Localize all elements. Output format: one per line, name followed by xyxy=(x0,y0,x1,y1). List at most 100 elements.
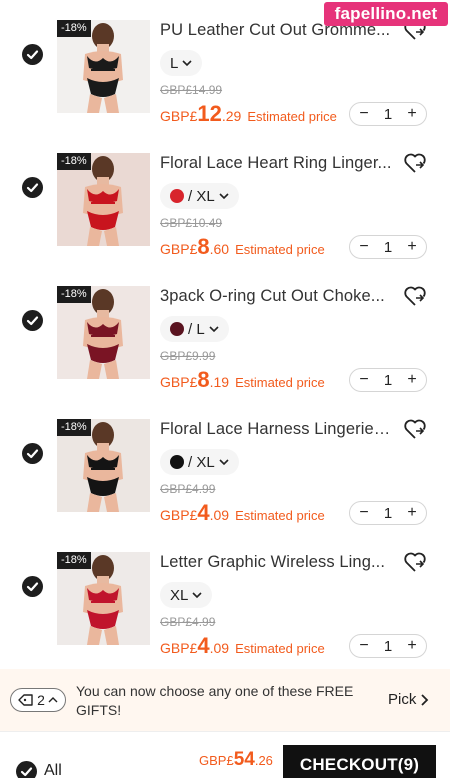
price-fraction: .09 xyxy=(209,640,230,656)
wishlist-button[interactable] xyxy=(403,152,427,174)
chevron-down-icon xyxy=(182,60,192,67)
price-currency: GBP£ xyxy=(160,241,198,257)
variant-selector[interactable]: XL xyxy=(160,582,213,608)
variant-label: / XL xyxy=(188,453,215,471)
product-image[interactable]: -18% xyxy=(57,20,150,113)
product-image[interactable]: -18% xyxy=(57,552,150,645)
chevron-down-icon xyxy=(219,459,229,466)
quantity-stepper[interactable]: − 1 + xyxy=(349,102,427,126)
cart-total: GBP£ 54 .26 xyxy=(199,749,273,771)
chevron-up-icon xyxy=(48,697,58,703)
watermark: fapellino.net xyxy=(324,2,448,26)
color-swatch xyxy=(170,455,184,469)
cart-item[interactable]: -18% Letter Graphic Wireless Ling... XL … xyxy=(0,531,450,664)
item-select-checkbox[interactable] xyxy=(22,44,43,65)
cart-item[interactable]: -18% 3pack O-ring Cut Out Choke... / L G… xyxy=(0,265,450,398)
quantity-stepper[interactable]: − 1 + xyxy=(349,235,427,259)
wishlist-button[interactable] xyxy=(403,551,427,573)
variant-label: XL xyxy=(170,586,189,604)
item-select-checkbox[interactable] xyxy=(22,443,43,464)
total-currency: GBP£ xyxy=(199,753,234,768)
increase-button[interactable]: + xyxy=(405,104,419,124)
checkmark-icon xyxy=(26,582,39,592)
quantity-stepper[interactable]: − 1 + xyxy=(349,634,427,658)
increase-button[interactable]: + xyxy=(405,503,419,523)
product-image[interactable]: -18% xyxy=(57,286,150,379)
decrease-button[interactable]: − xyxy=(357,503,371,523)
free-gift-bar[interactable]: 2 You can now choose any one of these FR… xyxy=(0,669,450,731)
price-currency: GBP£ xyxy=(160,108,198,124)
wishlist-button[interactable] xyxy=(403,418,427,440)
tag-icon xyxy=(18,694,33,706)
original-price: GBP£10.49 xyxy=(160,216,223,230)
original-price: GBP£9.99 xyxy=(160,349,216,363)
item-select-checkbox[interactable] xyxy=(22,310,43,331)
estimated-price: GBP£ 8 .19 Estimated price xyxy=(160,367,325,393)
select-all-checkbox[interactable] xyxy=(16,761,37,778)
estimated-price-label: Estimated price xyxy=(235,242,325,257)
heart-move-icon xyxy=(404,419,426,439)
quantity-value: 1 xyxy=(383,637,393,655)
decrease-button[interactable]: − xyxy=(357,636,371,656)
quantity-value: 1 xyxy=(383,504,393,522)
pick-gift-button[interactable]: Pick xyxy=(388,691,429,708)
price-fraction: .29 xyxy=(221,108,242,124)
cart-item[interactable]: -18% Floral Lace Heart Ring Linger... / … xyxy=(0,132,450,265)
estimated-price: GBP£ 4 .09 Estimated price xyxy=(160,633,325,659)
variant-selector[interactable]: / XL xyxy=(160,183,239,209)
product-title[interactable]: 3pack O-ring Cut Out Choke... xyxy=(160,287,392,306)
chevron-down-icon xyxy=(192,592,202,599)
increase-button[interactable]: + xyxy=(405,636,419,656)
increase-button[interactable]: + xyxy=(405,237,419,257)
decrease-button[interactable]: − xyxy=(357,370,371,390)
variant-selector[interactable]: / L xyxy=(160,316,229,342)
chevron-down-icon xyxy=(209,326,219,333)
decrease-button[interactable]: − xyxy=(357,237,371,257)
estimated-price: GBP£ 4 .09 Estimated price xyxy=(160,500,325,526)
wishlist-button[interactable] xyxy=(403,285,427,307)
checkmark-icon xyxy=(26,449,39,459)
variant-label: / L xyxy=(188,320,205,338)
pick-label: Pick xyxy=(388,691,417,708)
select-all-label[interactable]: All xyxy=(44,762,62,778)
checkout-footer: All GBP£ 54 .26 CHECKOUT(9) xyxy=(0,731,450,778)
variant-label: / XL xyxy=(188,187,215,205)
item-select-checkbox[interactable] xyxy=(22,576,43,597)
variant-selector[interactable]: L xyxy=(160,50,203,76)
variant-selector[interactable]: / XL xyxy=(160,449,239,475)
cart-item[interactable]: -18% Floral Lace Harness Lingerie ... / … xyxy=(0,398,450,531)
checkmark-icon xyxy=(26,50,39,60)
item-select-checkbox[interactable] xyxy=(22,177,43,198)
discount-badge: -18% xyxy=(57,286,91,303)
chevron-down-icon xyxy=(219,193,229,200)
price-main: 4 xyxy=(197,633,210,658)
estimated-price-label: Estimated price xyxy=(235,641,325,656)
decrease-button[interactable]: − xyxy=(357,104,371,124)
price-currency: GBP£ xyxy=(160,640,198,656)
total-fraction: .26 xyxy=(254,753,273,768)
estimated-price-label: Estimated price xyxy=(235,508,325,523)
product-title[interactable]: Letter Graphic Wireless Ling... xyxy=(160,553,392,572)
product-title[interactable]: Floral Lace Harness Lingerie ... xyxy=(160,420,392,439)
variant-label: L xyxy=(170,54,179,72)
price-main: 4 xyxy=(197,500,210,525)
estimated-price: GBP£ 8 .60 Estimated price xyxy=(160,234,325,260)
checkmark-icon xyxy=(26,316,39,326)
quantity-stepper[interactable]: − 1 + xyxy=(349,368,427,392)
original-price: GBP£14.99 xyxy=(160,83,223,97)
product-image[interactable]: -18% xyxy=(57,419,150,512)
product-title[interactable]: Floral Lace Heart Ring Linger... xyxy=(160,154,392,173)
coupon-badge[interactable]: 2 xyxy=(10,688,66,712)
quantity-stepper[interactable]: − 1 + xyxy=(349,501,427,525)
quantity-value: 1 xyxy=(383,371,393,389)
estimated-price-label: Estimated price xyxy=(235,375,325,390)
price-currency: GBP£ xyxy=(160,507,198,523)
increase-button[interactable]: + xyxy=(405,370,419,390)
product-image[interactable]: -18% xyxy=(57,153,150,246)
discount-badge: -18% xyxy=(57,20,91,37)
discount-badge: -18% xyxy=(57,153,91,170)
color-swatch xyxy=(170,322,184,336)
checkout-button[interactable]: CHECKOUT(9) xyxy=(283,745,436,778)
original-price: GBP£4.99 xyxy=(160,482,216,496)
heart-move-icon xyxy=(404,153,426,173)
